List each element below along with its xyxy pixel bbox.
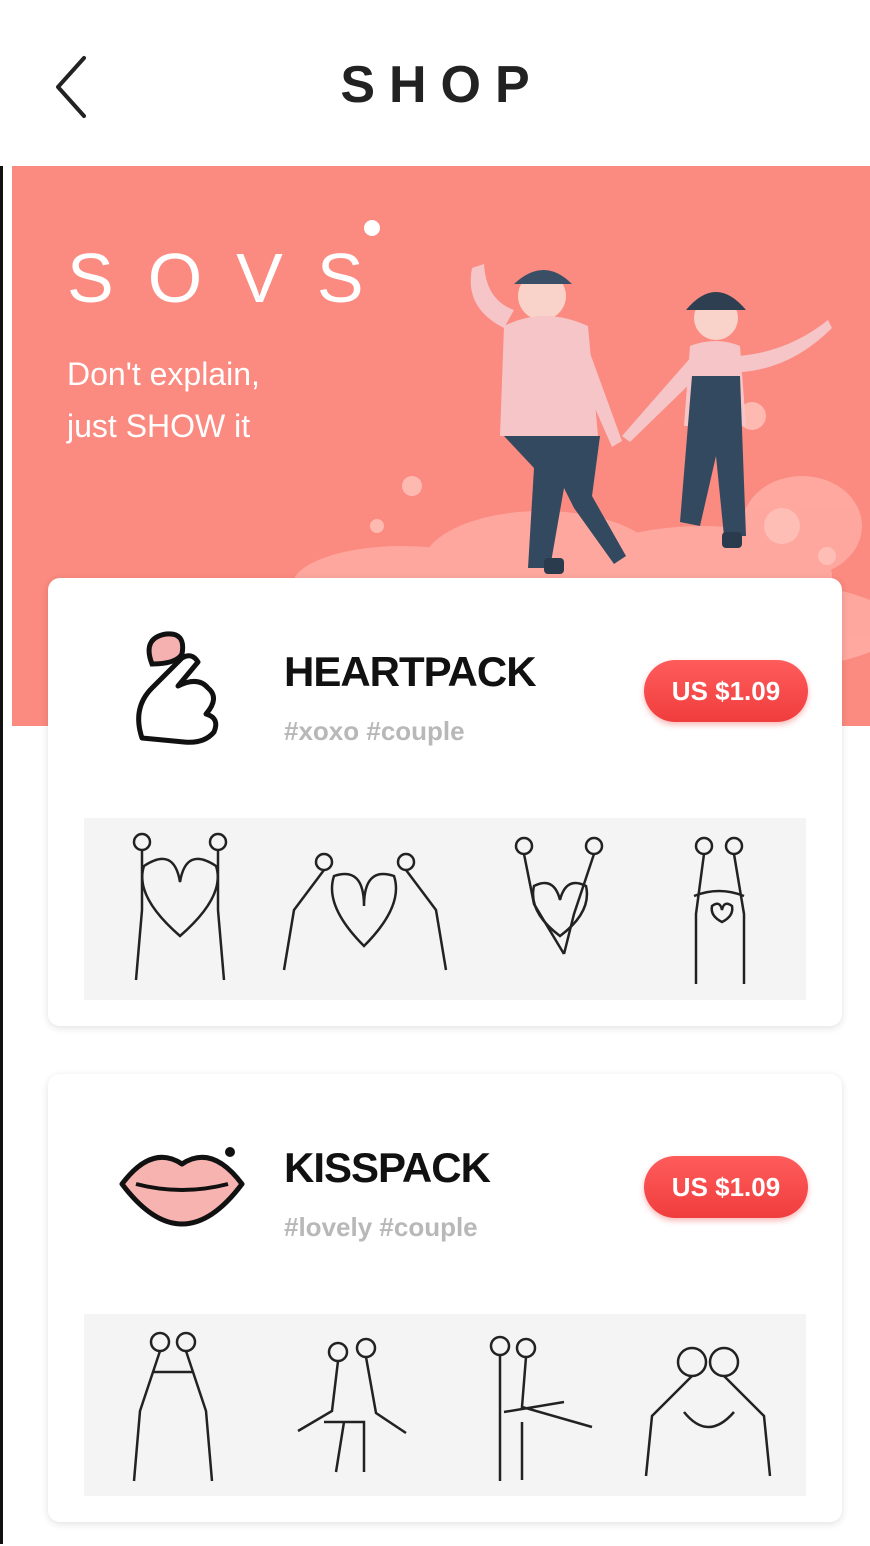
page-title: SHOP [340,56,544,114]
sticker-heart-pose-1 [132,832,228,981]
pack-card-heartpack[interactable]: HEARTPACK #xoxo #couple US $1.09 [48,578,842,1026]
sticker-heart-pose-4 [693,836,746,984]
pack-name: KISSPACK [284,1144,491,1191]
sticker-preview-strip [84,1314,806,1496]
sticker-heart-pose-2 [282,852,448,971]
buy-price-button[interactable]: US $1.09 [644,1156,808,1218]
sticker-preview-strip [84,818,806,1000]
pack-name: HEARTPACK [284,648,537,695]
sticker-kiss-pose-2 [297,1337,407,1473]
sticker-kiss-pose-3 [489,1335,593,1481]
pack-tags: #lovely #couple [284,1212,478,1242]
pack-tags: #xoxo #couple [284,716,465,746]
lips-icon [119,1147,245,1227]
sticker-kiss-pose-4 [644,1346,772,1477]
sticker-kiss-pose-1 [132,1331,214,1482]
top-bar: SHOP [0,0,870,166]
finger-heart-icon [136,631,219,745]
sticker-heart-pose-3 [514,836,604,955]
pack-card-kisspack[interactable]: KISSPACK #lovely #couple US $1.09 [48,1074,842,1522]
buy-price-button[interactable]: US $1.09 [644,660,808,722]
